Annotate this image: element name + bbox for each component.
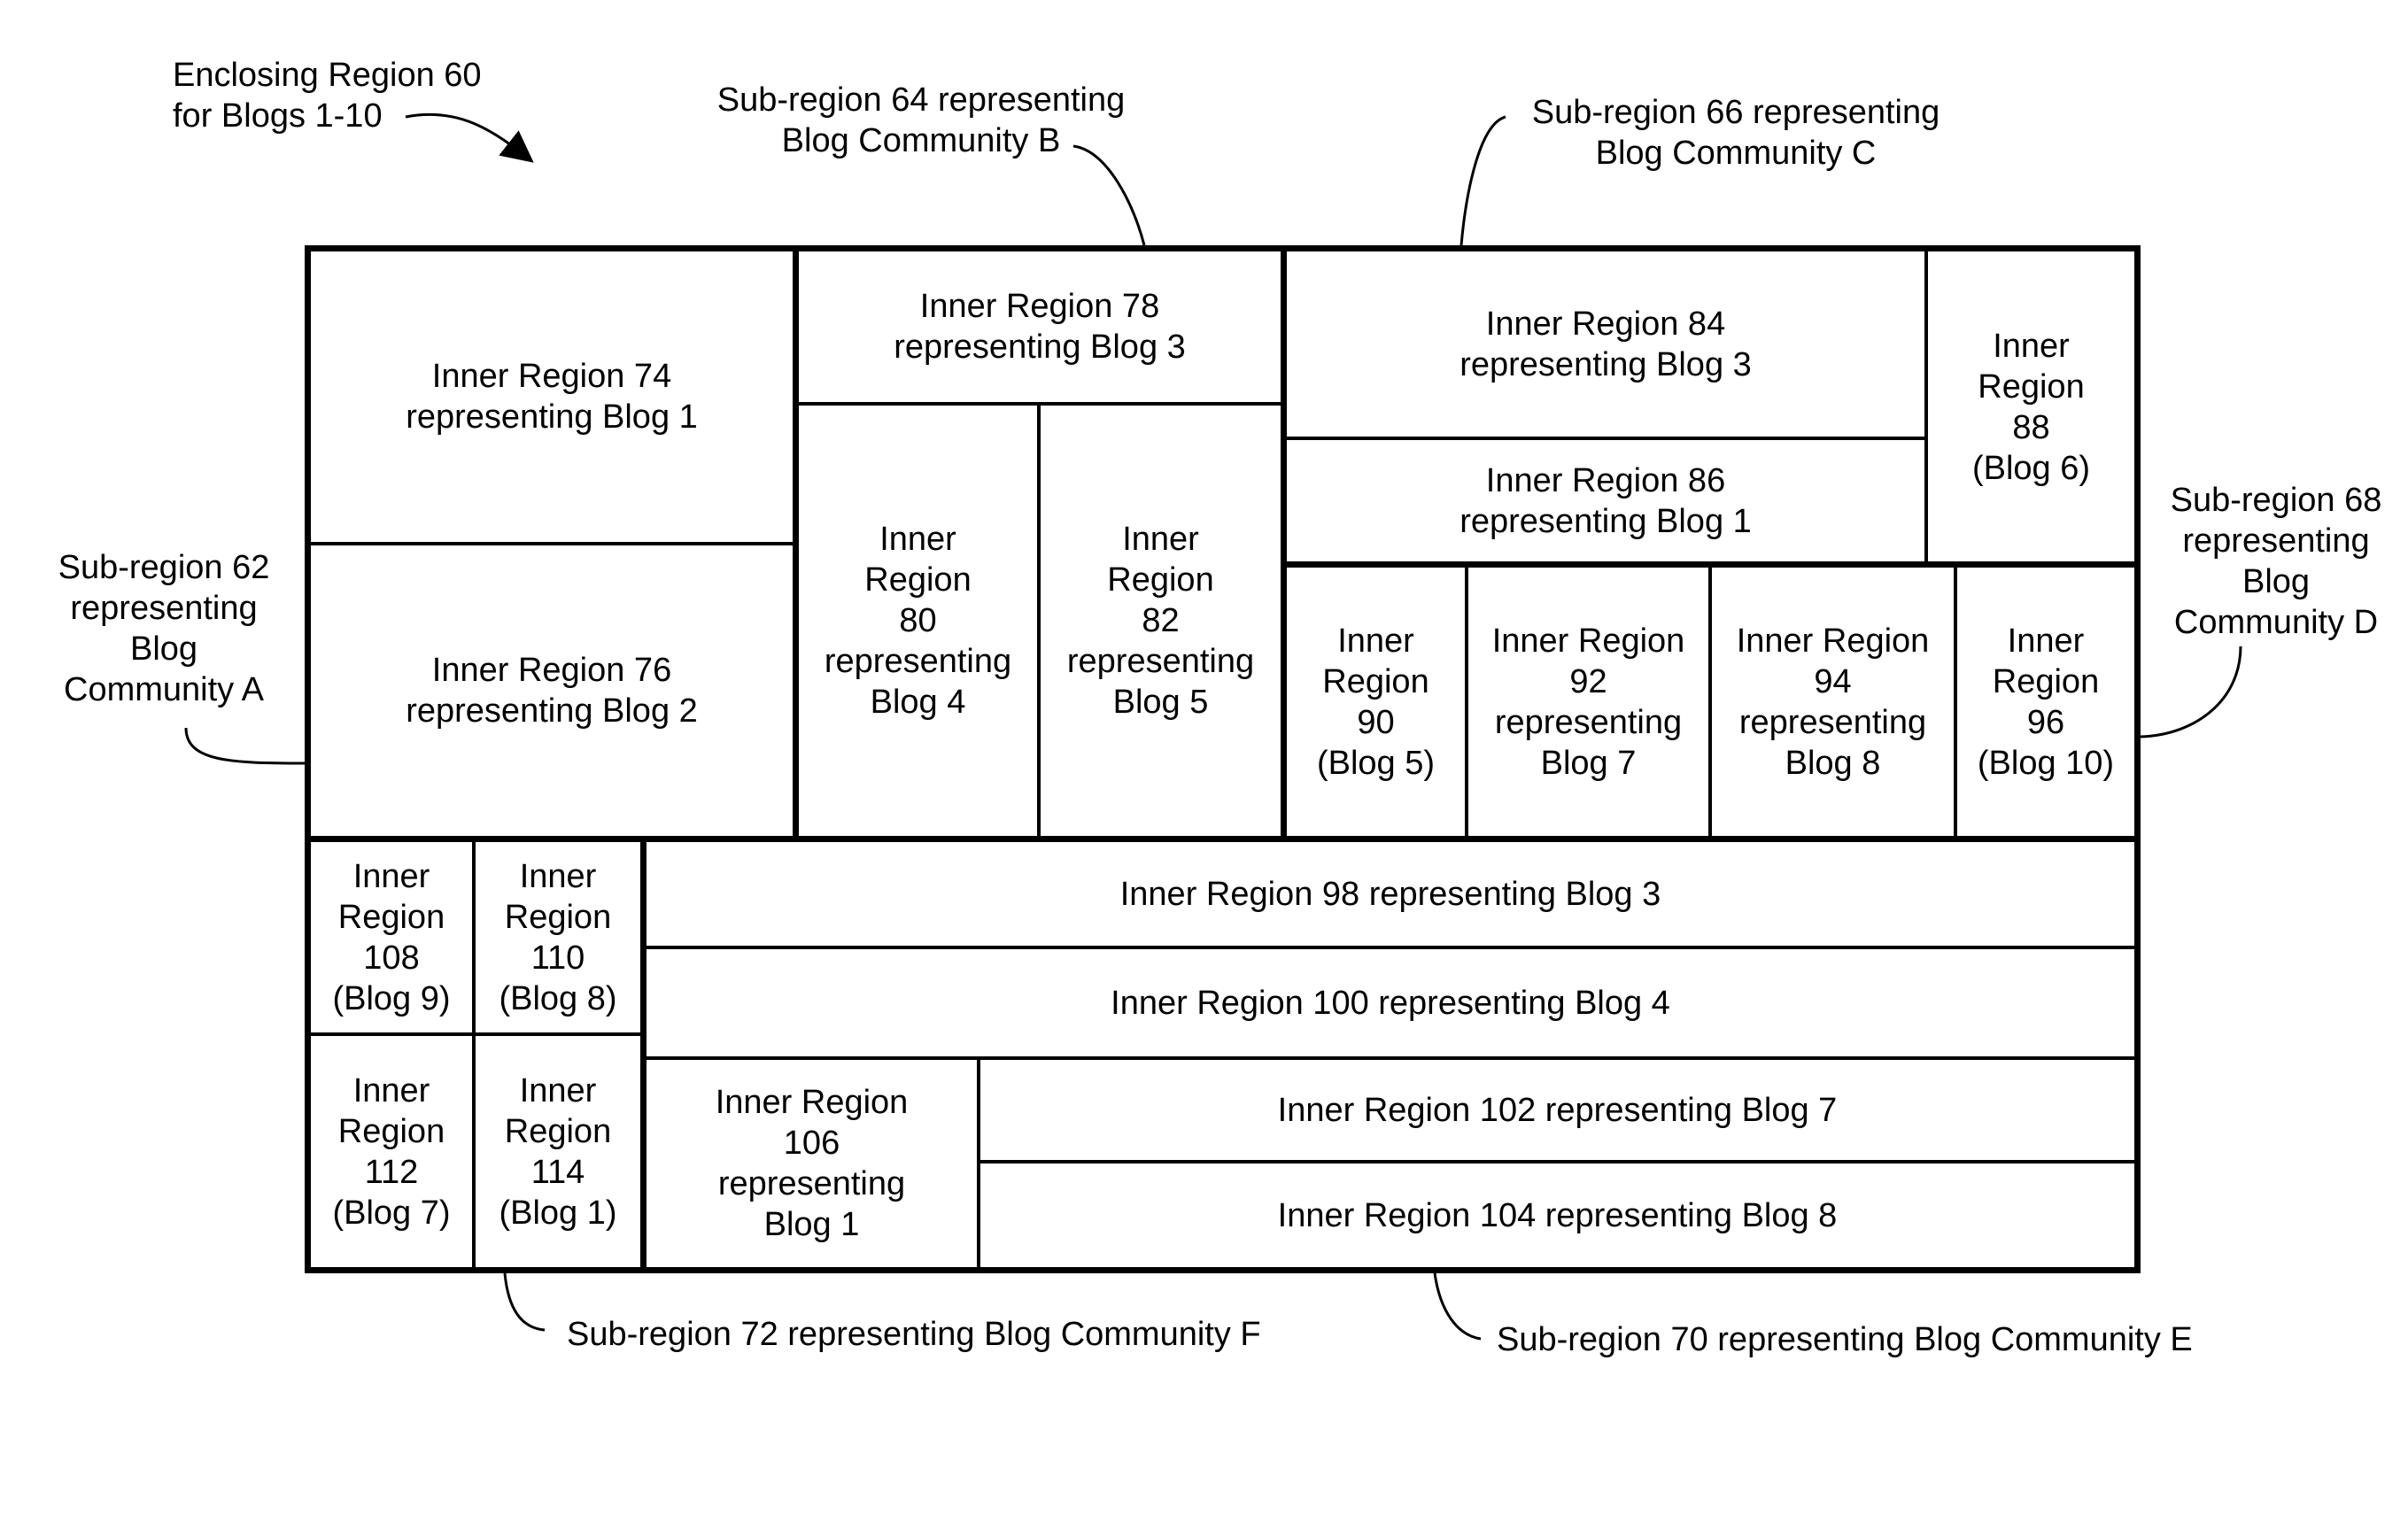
inner-region-100: Inner Region 100 representing Blog 4 [1111, 984, 1670, 1022]
leader-b [1072, 144, 1146, 246]
leader-a [184, 727, 306, 765]
inner-region-106: Inner Region 106 representing Blog 1 [715, 1084, 909, 1243]
enclosing-arrow [405, 112, 534, 163]
inner-region-96: Inner Region 96 (Blog 10) [1977, 622, 2115, 782]
inner-region-88: Inner Region 88 (Blog 6) [1971, 328, 2091, 487]
inner-region-104: Inner Region 104 representing Blog 8 [1277, 1196, 1838, 1234]
inner-region-92: Inner Region 92 representing Blog 7 [1491, 622, 1685, 782]
inner-region-98: Inner Region 98 representing Blog 3 [1119, 875, 1661, 913]
inner-region-90: Inner Region 90 (Blog 5) [1316, 622, 1436, 782]
inner-region-86: Inner Region 86 representing Blog 1 [1460, 461, 1752, 540]
divider-top-bottom [305, 836, 2141, 842]
inner-region-78: Inner Region 78 representing Blog 3 [894, 288, 1186, 366]
leader-c [1460, 115, 1506, 246]
inner-region-84: Inner Region 84 representing Blog 3 [1460, 305, 1752, 383]
divider-b-c [1281, 245, 1287, 841]
inner-region-82: Inner Region 82 representing Blog 5 [1066, 521, 1255, 721]
inner-region-94: Inner Region 94 representing Blog 8 [1736, 622, 1930, 782]
inner-region-108: Inner Region 108 (Blog 9) [332, 857, 451, 1017]
inner-region-110: Inner Region 110 (Blog 8) [499, 857, 617, 1017]
leader-d [2140, 646, 2242, 738]
inner-region-76: Inner Region 76 representing Blog 2 [406, 652, 698, 730]
divider-f-e [640, 836, 647, 1273]
inner-region-114: Inner Region 114 (Blog 1) [499, 1071, 617, 1232]
inner-region-112: Inner Region 112 (Blog 7) [332, 1071, 451, 1232]
inner-region-102: Inner Region 102 representing Blog 7 [1277, 1091, 1838, 1129]
inner-region-80: Inner Region 80 representing Blog 4 [824, 521, 1012, 721]
leader-f [503, 1272, 546, 1332]
leader-e [1433, 1272, 1482, 1341]
inner-region-74: Inner Region 74 representing Blog 1 [406, 358, 698, 436]
